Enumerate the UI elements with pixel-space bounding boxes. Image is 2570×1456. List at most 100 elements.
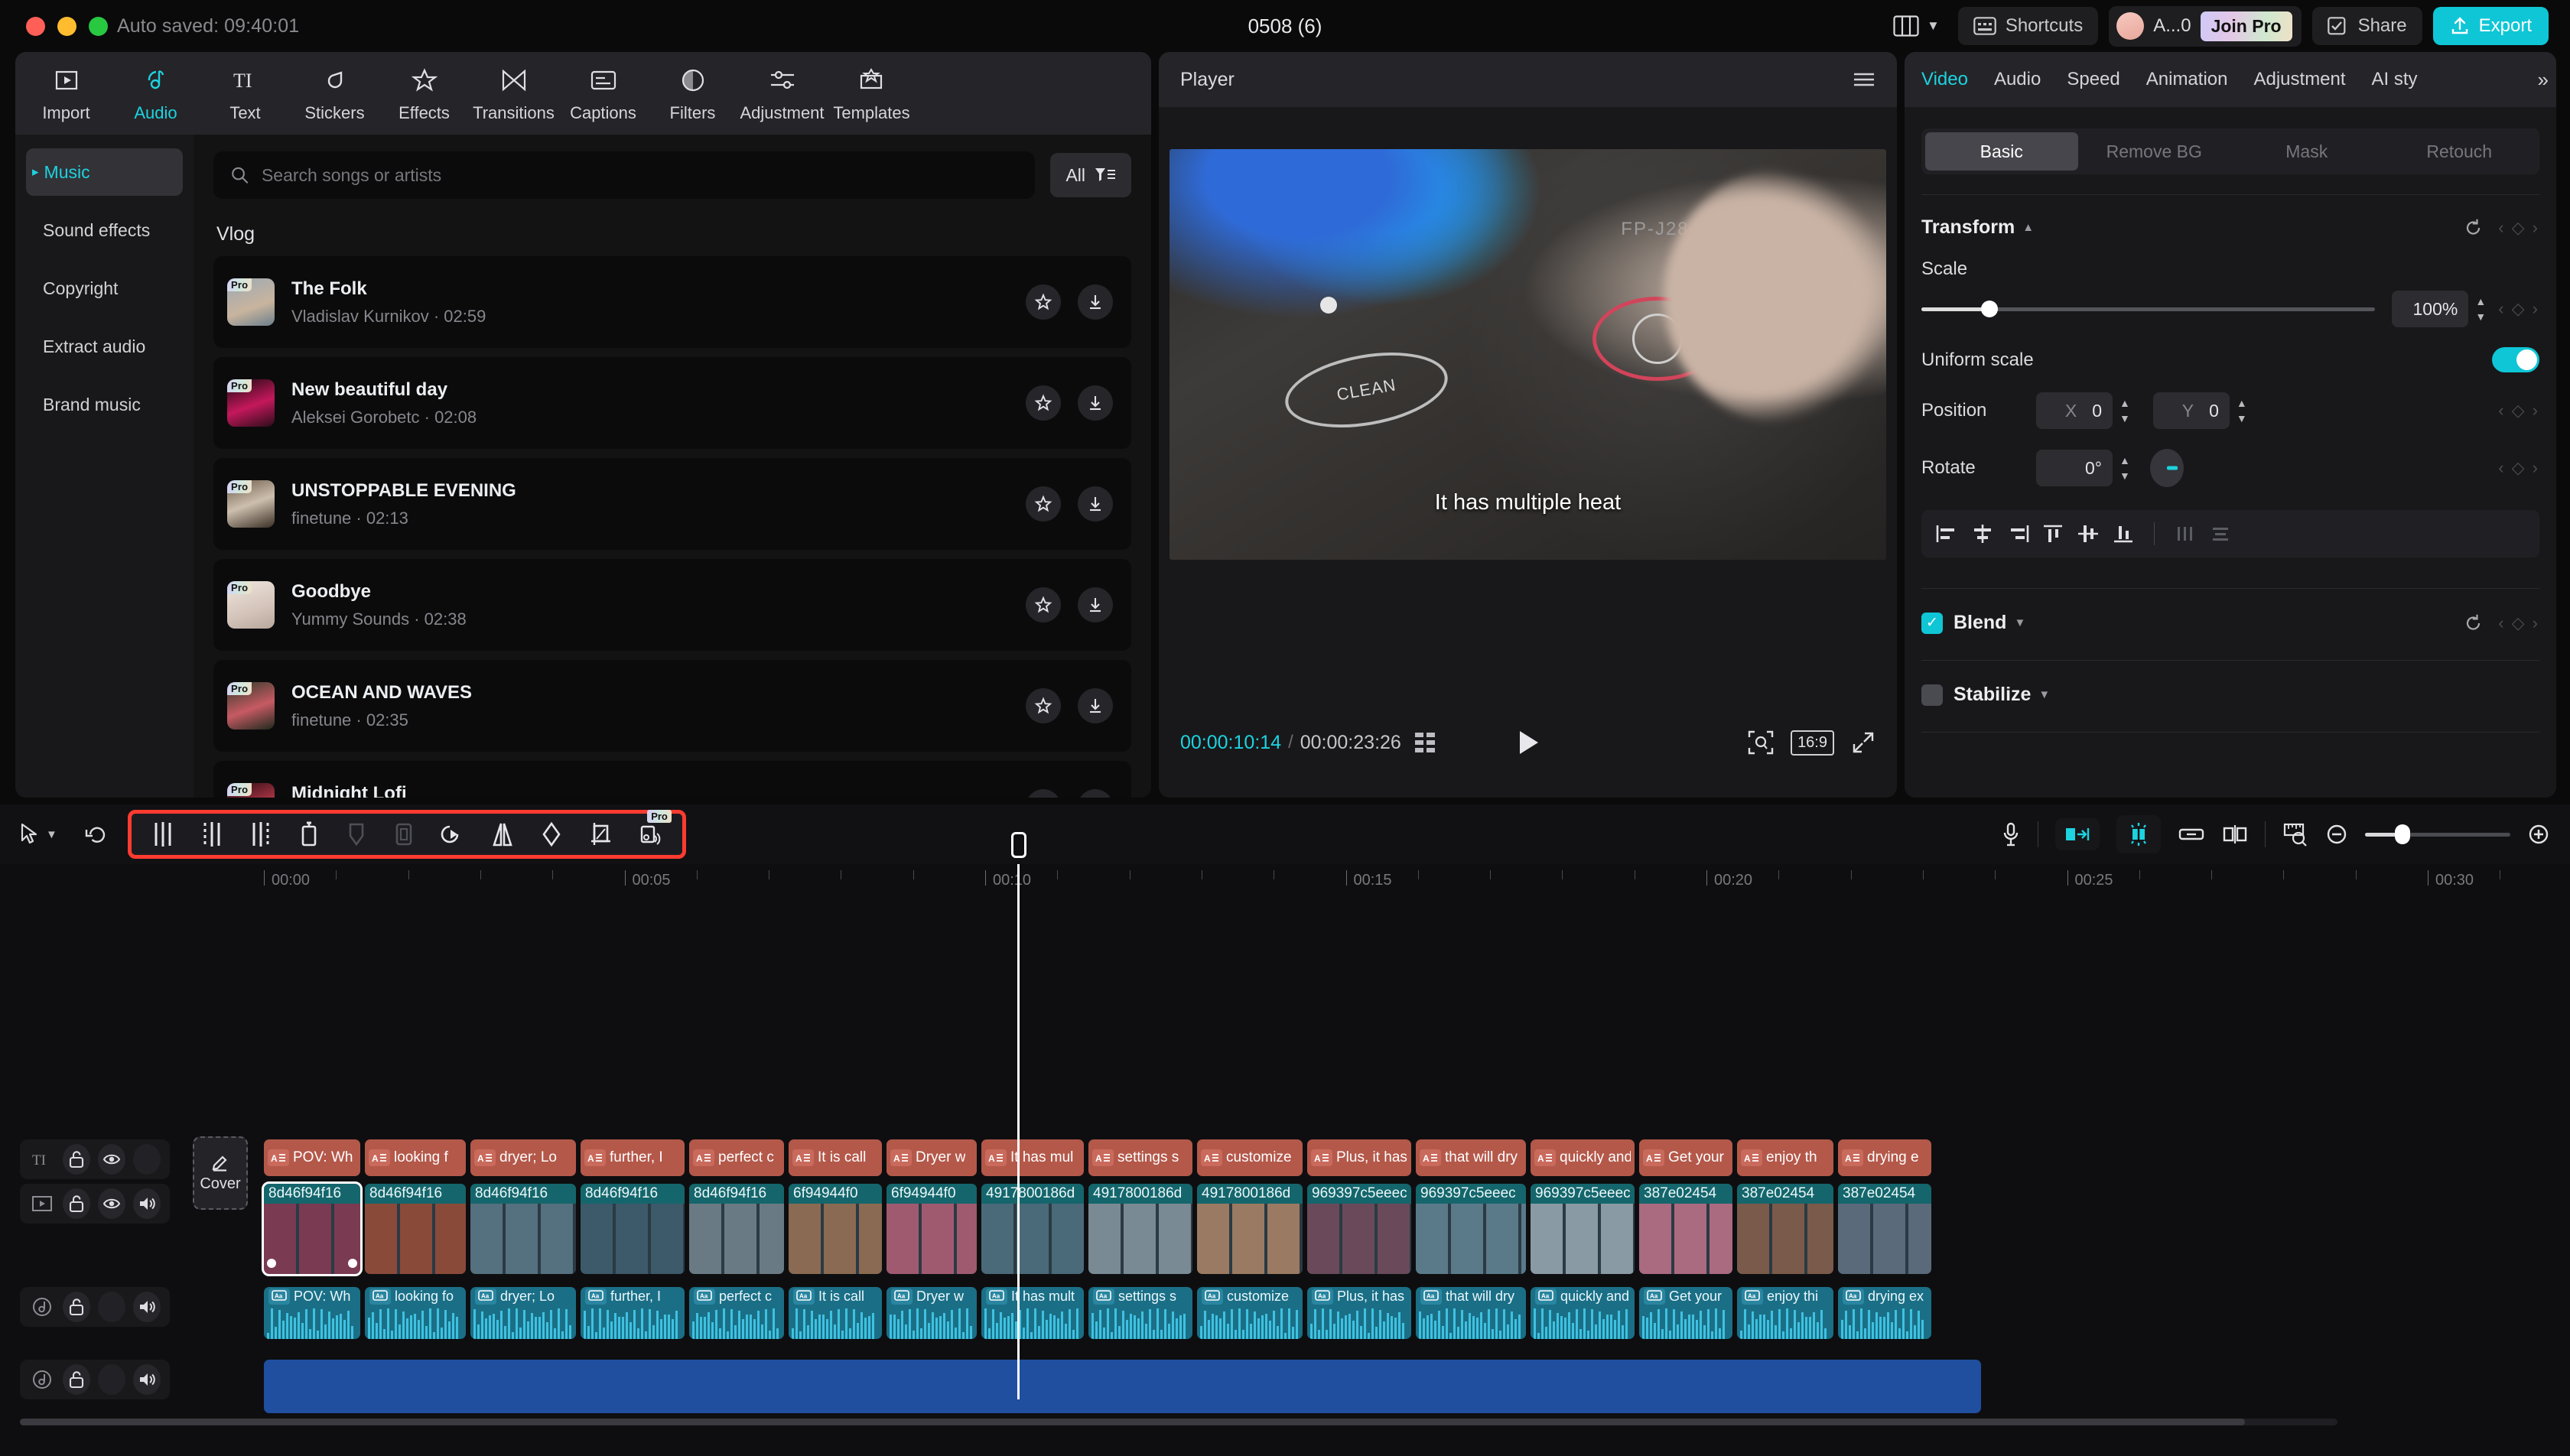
favorite-star-icon[interactable] [1026,688,1061,723]
nav-item-captions[interactable]: Captions [558,64,648,123]
distribute-h-icon[interactable] [2173,523,2198,544]
inspector-segment-retouch[interactable]: Retouch [2383,132,2536,171]
split-right-icon[interactable] [249,821,272,848]
storyboard-icon[interactable] [1414,731,1441,754]
align-middle-v-icon[interactable] [2076,523,2100,544]
favorite-star-icon[interactable] [1026,789,1061,798]
position-keyframe-nav[interactable]: ‹ ◇ › [2498,401,2539,421]
blend-row[interactable]: ✓ Blend ▼ ‹ ◇ › [1921,612,2539,634]
zoom-out-icon[interactable] [2325,823,2348,846]
text-clip[interactable]: A Plus, it has [1307,1139,1411,1176]
share-button[interactable]: Share [2311,7,2422,45]
split-left-icon[interactable] [200,821,223,848]
selection-tool-button[interactable]: ▼ [20,823,57,846]
scale-stepper[interactable]: ▲ ▼ [2475,295,2486,323]
text-clip[interactable]: Athat will dry [1416,1139,1526,1176]
download-icon[interactable] [1078,688,1113,723]
inspector-segment-remove-bg[interactable]: Remove BG [2078,132,2231,171]
align-center-h-icon[interactable] [1970,523,1995,544]
text-clip[interactable]: Aperfect c [689,1139,784,1176]
favorite-star-icon[interactable] [1026,587,1061,622]
library-category-brand-music[interactable]: Brand music [26,381,183,428]
nav-item-import[interactable]: Import [21,64,111,123]
library-category-copyright[interactable]: Copyright [26,265,183,312]
video-clip[interactable]: 4917800186d [1088,1184,1192,1274]
audio-clip[interactable]: Aa drying ex [1838,1287,1931,1339]
audio-clip[interactable]: Aa enjoy thi [1737,1287,1833,1339]
rotate-dial[interactable] [2149,449,2184,487]
search-box[interactable] [213,151,1036,199]
close-window-button[interactable] [26,16,45,36]
freeze-icon[interactable] [393,821,415,848]
timeline-ruler[interactable]: 00:00 00:05 00:10 00:15 00:20 00:25 00:30 [0,864,2570,901]
rotate-stepper[interactable]: ▲ ▼ [2119,454,2130,482]
video-clip[interactable]: 387e02454 [1737,1184,1833,1274]
window-controls[interactable] [26,16,108,36]
video-clip[interactable]: 387e02454 [1639,1184,1732,1274]
trim-handle-right[interactable] [348,1259,357,1268]
playhead-handle[interactable] [1010,832,1026,858]
rotate-input[interactable]: 0° [2036,450,2113,486]
position-x-stepper[interactable]: ▲ ▼ [2119,397,2130,424]
text-clip[interactable]: Adrying e [1838,1139,1931,1176]
text-clip[interactable]: Aquickly and [1531,1139,1635,1176]
text-clip[interactable]: A POV: Wh [264,1139,360,1176]
track-header-music-track[interactable] [20,1360,170,1399]
track-header-video-track[interactable] [20,1184,170,1224]
track-visibility-icon[interactable] [98,1144,126,1175]
scale-value-input[interactable]: 100% [2392,291,2469,327]
cut-audio-pro-icon[interactable]: Pro [638,810,672,848]
song-list-item[interactable]: Pro UNSTOPPABLE EVENING finetune · 02:13 [213,458,1131,550]
inspector-segment-mask[interactable]: Mask [2230,132,2383,171]
inspector-tab-audio[interactable]: Audio [1994,69,2041,90]
audio-clip[interactable]: Aa quickly and [1531,1287,1635,1339]
text-clip[interactable]: Asettings s [1088,1139,1192,1176]
audio-clip[interactable]: Aa looking fo [365,1287,466,1339]
music-clip[interactable] [264,1360,1981,1413]
track-lock-icon[interactable] [63,1144,91,1175]
zoom-slider[interactable] [2365,824,2510,844]
audio-clip[interactable]: Aa further, I [581,1287,685,1339]
stabilize-caret-icon[interactable]: ▼ [2038,688,2050,701]
text-clip[interactable]: A Get your [1639,1139,1732,1176]
blend-checkbox[interactable]: ✓ [1921,612,1943,634]
link-icon[interactable] [2178,824,2205,844]
aspect-ratio-button[interactable]: 16:9 [1791,730,1834,756]
audio-clip[interactable]: Aa It has mult [981,1287,1084,1339]
transform-section-header[interactable]: Transform ▲ ‹ ◇ › [1921,216,2539,239]
position-y-stepper[interactable]: ▲ ▼ [2237,397,2247,424]
scale-slider[interactable] [1921,301,2376,317]
play-button[interactable] [1515,729,1541,756]
collapse-caret-icon[interactable]: ▲ [2022,221,2034,234]
audio-clip[interactable]: Aa settings s [1088,1287,1192,1339]
inspector-tab-ai-sty[interactable]: AI sty [2372,69,2418,90]
video-clip[interactable]: 4917800186d [1197,1184,1303,1274]
text-clip[interactable]: A Dryer w [886,1139,977,1176]
track-lock-icon[interactable] [63,1292,91,1322]
beat-detect-icon[interactable] [2116,815,2161,853]
uniform-scale-toggle[interactable] [2492,347,2539,372]
minimize-window-button[interactable] [57,16,76,36]
playhead[interactable] [1010,832,1026,1399]
inspector-tab-adjustment[interactable]: Adjustment [2253,69,2345,90]
blend-reset-icon[interactable] [2463,613,2484,634]
track-lock-icon[interactable] [63,1188,91,1219]
undo-button[interactable] [83,824,108,845]
split-icon[interactable] [151,821,174,848]
text-clip[interactable]: Afurther, I [581,1139,685,1176]
song-list-item[interactable]: Pro Goodbye Yummy Sounds · 02:38 [213,559,1131,651]
video-clip[interactable]: 387e02454 [1838,1184,1931,1274]
audio-clip[interactable]: Aa Plus, it has [1307,1287,1411,1339]
ruler-zoom-icon[interactable] [2282,822,2308,847]
track-lock-icon[interactable] [63,1364,91,1395]
text-clip[interactable]: A It is call [789,1139,882,1176]
zoom-slider-knob[interactable] [2395,824,2411,844]
mirror-icon[interactable] [491,821,514,848]
nav-item-audio[interactable]: Audio [111,64,200,123]
trim-handle-left[interactable] [267,1259,276,1268]
auto-fit-icon[interactable] [2055,818,2100,850]
fit-to-screen-icon[interactable] [1748,730,1774,755]
library-category-extract-audio[interactable]: Extract audio [26,323,183,370]
audio-clip[interactable]: Aa perfect c [689,1287,784,1339]
download-icon[interactable] [1078,587,1113,622]
